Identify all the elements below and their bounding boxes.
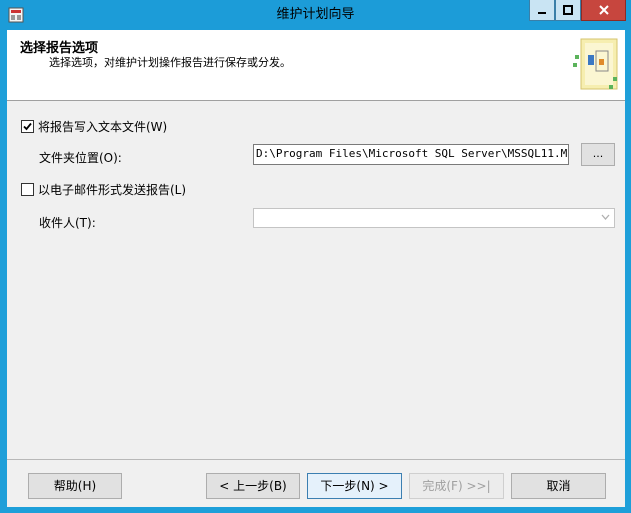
finish-button[interactable]: 完成(F) >>| [409,473,504,499]
close-button[interactable] [581,0,626,21]
recipient-dropdown[interactable] [253,208,615,228]
email-report-label[interactable]: 以电子邮件形式发送报告(L) [38,181,186,198]
chevron-down-icon [601,214,610,220]
next-button[interactable]: 下一步(N) > [307,473,402,499]
wizard-header: 选择报告选项 选择选项，对维护计划操作报告进行保存或分发。 [7,30,625,101]
title-bar: 维护计划向导 [0,0,631,30]
cancel-button[interactable]: 取消 [511,473,606,499]
close-icon [598,5,609,15]
minimize-icon [538,12,546,14]
folder-location-label: 文件夹位置(O): [39,151,122,165]
wizard-graphic-icon [573,38,618,90]
recipient-label: 收件人(T): [39,216,96,230]
write-to-file-label[interactable]: 将报告写入文本文件(W) [38,118,167,135]
browse-button[interactable]: ... [581,143,615,166]
help-button[interactable]: 帮助(H) [28,473,122,499]
write-to-file-checkbox[interactable] [21,120,34,133]
minimize-button[interactable] [529,0,555,21]
wizard-body: 选择报告选项 选择选项，对维护计划操作报告进行保存或分发。 将报告写入文本文件(… [7,30,625,507]
footer-divider [7,459,625,460]
checkmark-icon [23,122,32,131]
email-report-checkbox[interactable] [21,183,34,196]
maximize-button[interactable] [555,0,581,21]
back-button[interactable]: < 上一步(B) [206,473,300,499]
folder-location-input[interactable]: D:\Program Files\Microsoft SQL Server\MS… [253,144,569,165]
page-subtitle: 选择选项，对维护计划操作报告进行保存或分发。 [49,56,291,69]
maximize-icon [563,5,573,15]
